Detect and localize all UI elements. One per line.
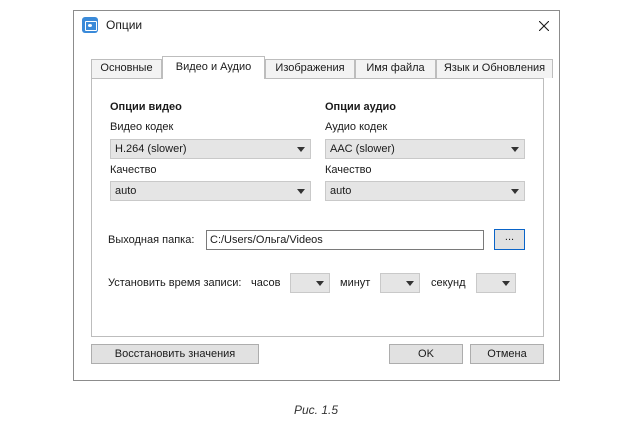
chevron-down-icon: [502, 281, 510, 286]
tab-video-audio-label: Видео и Аудио: [175, 61, 252, 73]
minutes-label: минут: [340, 277, 371, 289]
video-codec-value: H.264 (slower): [115, 143, 187, 155]
hours-label: часов: [251, 277, 281, 289]
minutes-select[interactable]: [380, 273, 420, 293]
tab-images-label: Изображения: [275, 62, 345, 74]
tab-panel-video-audio: Опции видео Видео кодек H.264 (slower) К…: [91, 78, 544, 337]
hours-select[interactable]: [290, 273, 330, 293]
audio-quality-label: Качество: [325, 164, 372, 176]
video-codec-label: Видео кодек: [110, 121, 174, 133]
audio-quality-select[interactable]: auto: [325, 181, 525, 201]
tab-video-audio[interactable]: Видео и Аудио: [162, 56, 265, 79]
tab-images[interactable]: Изображения: [265, 59, 355, 78]
chevron-down-icon: [511, 189, 519, 194]
close-button[interactable]: [529, 11, 559, 40]
video-codec-select[interactable]: H.264 (slower): [110, 139, 311, 159]
video-quality-label: Качество: [110, 164, 157, 176]
close-icon: [539, 20, 549, 31]
chevron-down-icon: [511, 147, 519, 152]
seconds-select[interactable]: [476, 273, 516, 293]
output-folder-path: C:/Users/Ольга/Videos: [210, 234, 323, 246]
ok-button[interactable]: OK: [389, 344, 463, 364]
cancel-button[interactable]: Отмена: [470, 344, 544, 364]
output-folder-input[interactable]: C:/Users/Ольга/Videos: [206, 230, 484, 250]
video-quality-value: auto: [115, 185, 137, 197]
video-quality-select[interactable]: auto: [110, 181, 311, 201]
chevron-down-icon: [406, 281, 414, 286]
options-dialog: Опции Основные Видео и Аудио Изображения…: [73, 10, 560, 381]
audio-codec-select[interactable]: AAC (slower): [325, 139, 525, 159]
browse-button[interactable]: ...: [494, 229, 525, 250]
tab-basic-label: Основные: [100, 62, 153, 74]
audio-codec-label: Аудио кодек: [325, 121, 388, 133]
record-time-label: Установить время записи:: [108, 277, 242, 289]
tab-basic[interactable]: Основные: [91, 59, 162, 78]
video-options-title: Опции видео: [110, 101, 182, 113]
figure-caption: Рис. 1.5: [293, 403, 339, 417]
app-icon: [82, 17, 98, 33]
window-title: Опции: [106, 18, 143, 32]
tab-language-updates-label: Язык и Обновления: [443, 62, 546, 74]
tab-file-name[interactable]: Имя файла: [355, 59, 436, 78]
audio-options-title: Опции аудио: [325, 101, 396, 113]
tab-language-updates[interactable]: Язык и Обновления: [436, 59, 553, 78]
output-folder-label: Выходная папка:: [108, 234, 195, 246]
title-bar: Опции: [74, 11, 559, 40]
seconds-label: секунд: [431, 277, 466, 289]
audio-quality-value: auto: [330, 185, 352, 197]
chevron-down-icon: [297, 189, 305, 194]
chevron-down-icon: [297, 147, 305, 152]
tab-file-name-label: Имя файла: [366, 62, 425, 74]
chevron-down-icon: [316, 281, 324, 286]
audio-codec-value: AAC (slower): [330, 143, 395, 155]
restore-defaults-button[interactable]: Восстановить значения: [91, 344, 259, 364]
